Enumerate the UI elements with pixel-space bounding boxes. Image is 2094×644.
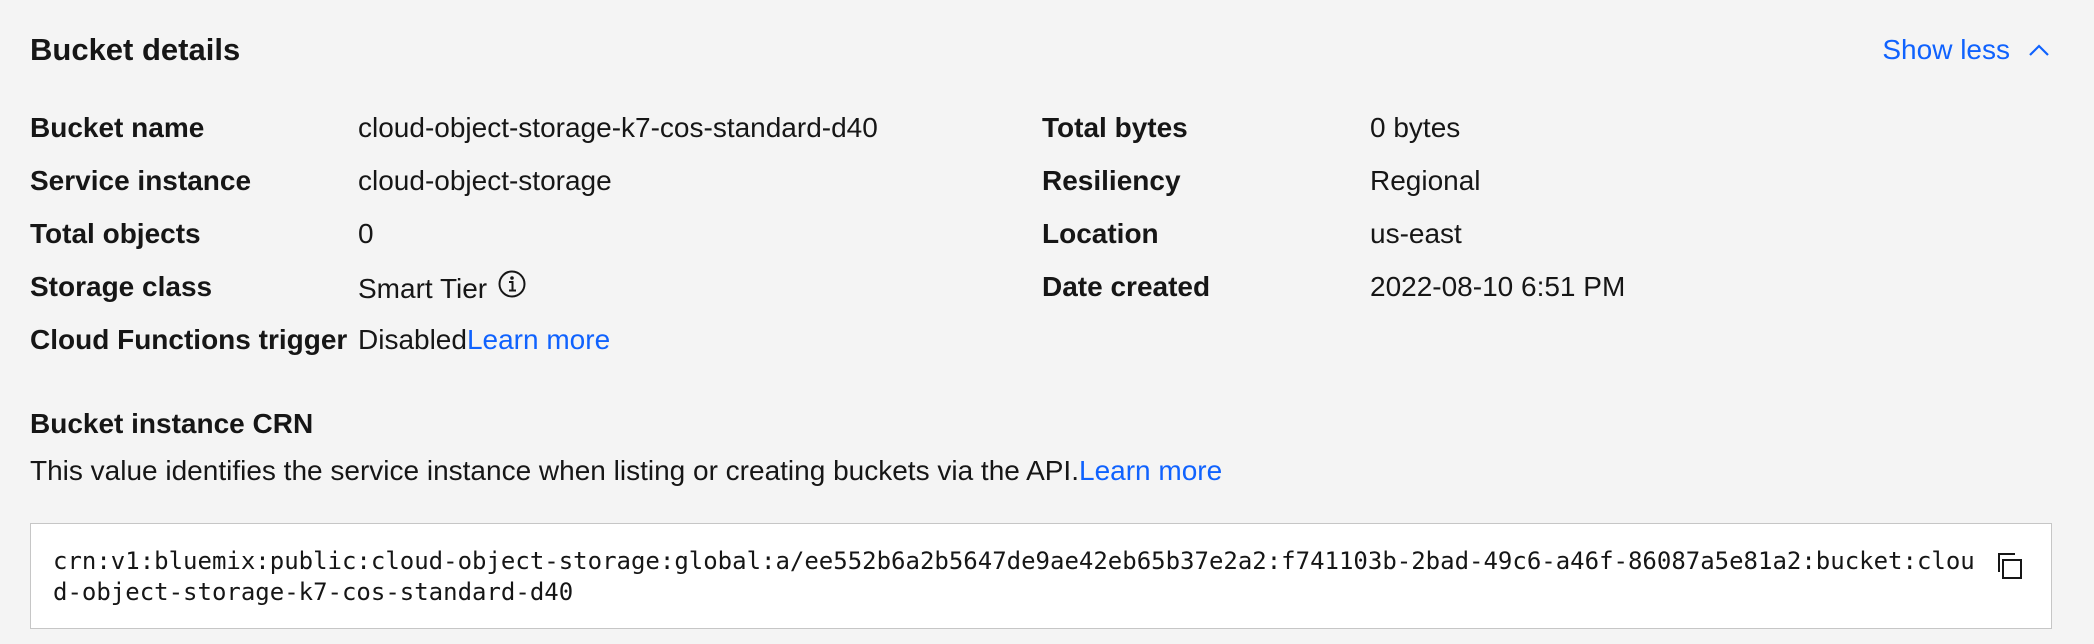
show-less-label: Show less (1882, 34, 2010, 65)
location-value: us-east (1370, 218, 1462, 249)
crn-code-snippet: crn:v1:bluemix:public:cloud-object-stora… (30, 523, 2052, 629)
copy-icon (1998, 553, 2022, 579)
section-title: Bucket details (30, 32, 241, 67)
date-created-value: 2022-08-10 6:51 PM (1370, 271, 1626, 302)
cloud-functions-trigger-label: Cloud Functions trigger (30, 324, 348, 355)
cloud-functions-learn-more-link[interactable]: Learn more (467, 324, 610, 355)
crn-heading: Bucket instance CRN (30, 408, 314, 439)
crn-value[interactable]: crn:v1:bluemix:public:cloud-object-stora… (53, 546, 1983, 608)
bucket-name-label: Bucket name (30, 112, 205, 143)
bucket-name-value: cloud-object-storage-k7-cos-standard-d40 (358, 112, 878, 143)
total-bytes-label: Total bytes (1042, 112, 1188, 143)
show-less-toggle[interactable]: Show less (1882, 30, 2050, 70)
copy-button[interactable] (1987, 544, 2031, 588)
storage-class-text: Smart Tier (358, 272, 488, 304)
info-icon[interactable] (497, 269, 527, 308)
total-objects-value: 0 (358, 218, 374, 249)
date-created-label: Date created (1042, 271, 1211, 302)
storage-class-label: Storage class (30, 271, 213, 302)
resiliency-label: Resiliency (1042, 165, 1181, 196)
bucket-details-panel: Bucket details Show less Bucket name Ser… (0, 0, 2094, 644)
cloud-functions-status: Disabled (358, 324, 467, 355)
crn-description-text: This value identifies the service instan… (30, 455, 1079, 486)
resiliency-value: Regional (1370, 165, 1481, 196)
crn-learn-more-link[interactable]: Learn more (1079, 455, 1222, 486)
crn-description: This value identifies the service instan… (30, 453, 1222, 489)
storage-class-value: Smart Tier (358, 269, 527, 308)
service-instance-label: Service instance (30, 165, 252, 196)
total-objects-label: Total objects (30, 218, 201, 249)
chevron-up-icon (2029, 44, 2049, 56)
service-instance-value: cloud-object-storage (358, 165, 612, 196)
location-label: Location (1042, 218, 1159, 249)
cloud-functions-trigger-value: DisabledLearn more (358, 322, 610, 358)
total-bytes-value: 0 bytes (1370, 112, 1461, 143)
